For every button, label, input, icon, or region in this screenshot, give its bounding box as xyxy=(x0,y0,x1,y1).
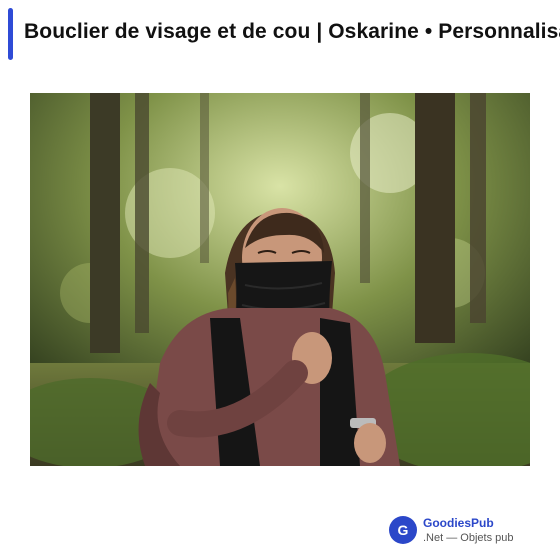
brand-logo-icon: G xyxy=(389,516,417,544)
brand-badge[interactable]: G GoodiesPub .Net — Objets pub xyxy=(389,516,549,550)
page-title: Bouclier de visage et de cou | Oskarine … xyxy=(24,20,560,43)
title-bar: Bouclier de visage et de cou | Oskarine … xyxy=(0,8,560,60)
photo-illustration xyxy=(30,93,530,466)
page: Bouclier de visage et de cou | Oskarine … xyxy=(0,0,560,560)
brand-tagline: .Net — Objets pub xyxy=(423,532,514,544)
product-photo xyxy=(30,93,530,466)
title-accent-bar xyxy=(8,8,13,60)
brand-name: GoodiesPub xyxy=(423,516,494,530)
